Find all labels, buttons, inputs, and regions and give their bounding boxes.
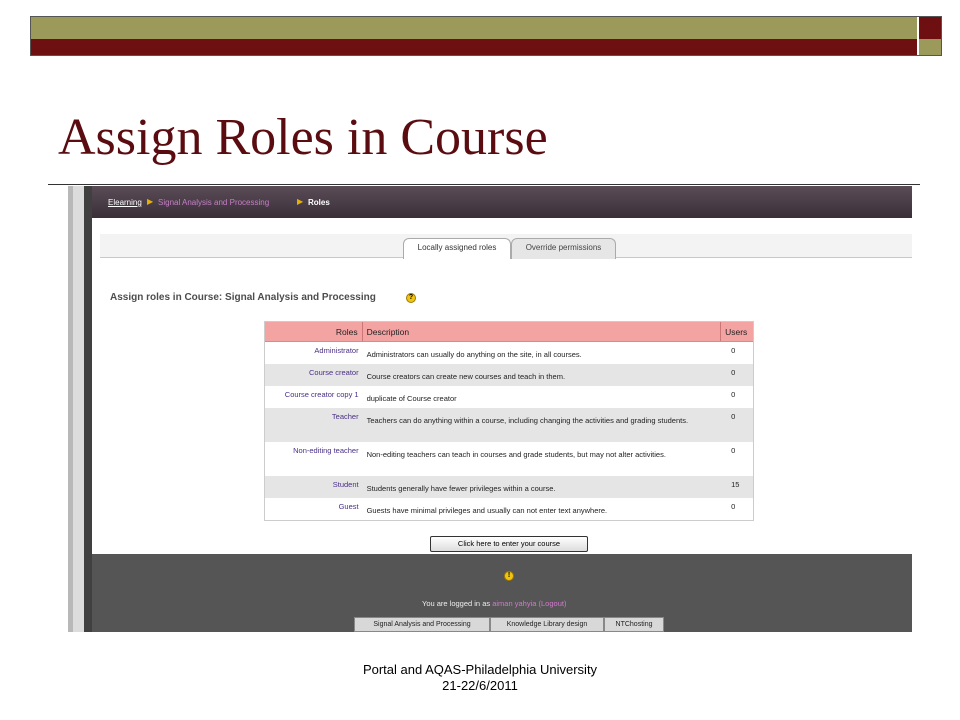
role-user-count: 0 [731, 390, 736, 399]
role-description: Course creators can create new courses a… [366, 372, 566, 381]
table-row: Administrator Administrators can usually… [265, 342, 753, 364]
table-row: Course creator copy 1 duplicate of Cours… [265, 386, 753, 408]
top-square-maroon [919, 17, 941, 39]
footer-course-tab[interactable]: Knowledge Library design [490, 617, 604, 632]
page-footer: ! You are logged in as aiman yahyia (Log… [92, 554, 912, 632]
role-user-count: 15 [731, 480, 740, 489]
slide-footer: Portal and AQAS-Philadelphia University … [0, 662, 960, 694]
breadcrumb-arrow-icon: ▶ [297, 197, 304, 206]
role-description: Students generally have fewer privileges… [366, 484, 556, 493]
role-link-student[interactable]: Student [265, 476, 363, 498]
footer-line-1: Portal and AQAS-Philadelphia University [362, 662, 598, 677]
slide-top-band [30, 16, 942, 56]
table-row: Student Students generally have fewer pr… [265, 476, 753, 498]
header-users: Users [725, 327, 748, 337]
role-description: Non-editing teachers can teach in course… [366, 450, 666, 459]
footer-line-2: 21-22/6/2011 [442, 678, 518, 693]
role-description: Administrators can usually do anything o… [366, 350, 582, 359]
role-user-count: 0 [731, 346, 736, 355]
breadcrumb-arrow-icon: ▶ [147, 197, 154, 206]
role-description: duplicate of Course creator [366, 394, 457, 403]
login-prefix: You are logged in as [422, 599, 491, 608]
roles-table: Roles Description Users Administrator Ad… [264, 321, 754, 521]
logout-link[interactable]: (Logout) [539, 599, 567, 608]
role-link-administrator[interactable]: Administrator [265, 342, 363, 364]
tab-bar: Locally assigned roles Override permissi… [100, 234, 912, 259]
top-square-olive [919, 39, 941, 55]
login-info: You are logged in as aiman yahyia (Logou… [422, 599, 566, 608]
role-user-count: 0 [731, 446, 736, 455]
role-link-course-creator[interactable]: Course creator [265, 364, 363, 386]
help-icon[interactable]: ? [406, 293, 416, 303]
user-profile-link[interactable]: aiman yahyia [492, 599, 536, 608]
header-roles: Roles [265, 322, 363, 341]
role-link-teacher[interactable]: Teacher [265, 408, 363, 442]
page-heading: Assign roles in Course: Signal Analysis … [110, 292, 376, 303]
role-description: Guests have minimal privileges and usual… [366, 506, 608, 515]
role-user-count: 0 [731, 368, 736, 377]
header-description: Description [363, 322, 722, 341]
moodle-screenshot: Elearning ▶ Signal Analysis and Processi… [68, 186, 912, 632]
breadcrumb-course-link[interactable]: Signal Analysis and Processing [158, 198, 269, 207]
role-link-non-editing-teacher[interactable]: Non-editing teacher [265, 442, 363, 476]
top-olive-bar [31, 17, 917, 39]
footer-course-tab[interactable]: NTChosting [604, 617, 664, 632]
main-content: Locally assigned roles Override permissi… [100, 234, 912, 554]
table-row: Teacher Teachers can do anything within … [265, 408, 753, 442]
role-user-count: 0 [731, 502, 736, 511]
breadcrumb-home-link[interactable]: Elearning [108, 198, 142, 207]
breadcrumb: Elearning ▶ Signal Analysis and Processi… [92, 186, 912, 218]
role-link-course-creator-copy[interactable]: Course creator copy 1 [265, 386, 363, 408]
role-user-count: 0 [731, 412, 736, 421]
table-row: Guest Guests have minimal privileges and… [265, 498, 753, 520]
footer-course-tab[interactable]: Signal Analysis and Processing [354, 617, 490, 632]
role-link-guest[interactable]: Guest [265, 498, 363, 520]
table-row: Non-editing teacher Non-editing teachers… [265, 442, 753, 476]
info-icon: ! [504, 571, 514, 581]
tab-override-permissions[interactable]: Override permissions [511, 238, 616, 259]
table-row: Course creator Course creators can creat… [265, 364, 753, 386]
tab-locally-assigned-roles[interactable]: Locally assigned roles [403, 238, 511, 259]
top-maroon-bar [31, 39, 917, 55]
title-divider [48, 184, 920, 185]
slide-title: Assign Roles in Course [58, 109, 548, 166]
table-header: Roles Description Users [265, 322, 753, 342]
role-description: Teachers can do anything within a course… [366, 416, 689, 425]
enter-course-button[interactable]: Click here to enter your course [430, 536, 588, 552]
breadcrumb-current: Roles [308, 198, 330, 207]
